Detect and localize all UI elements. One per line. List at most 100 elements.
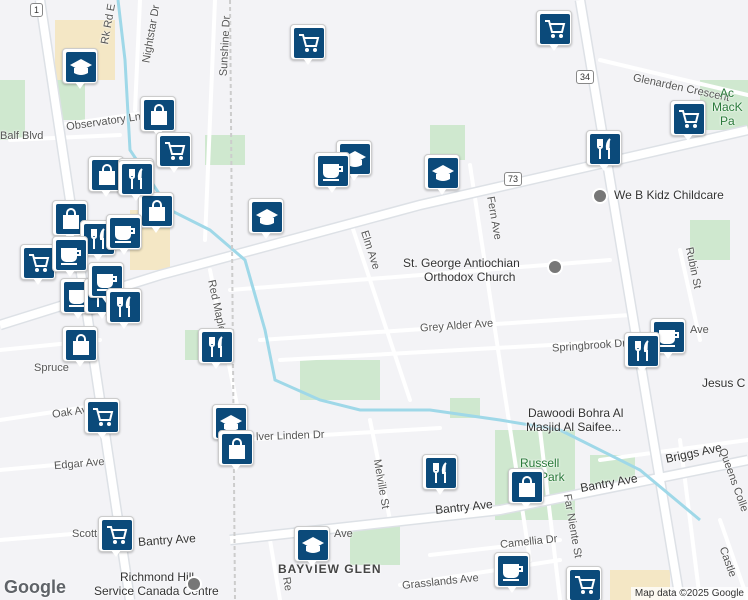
street-nightstar: [133, 0, 142, 112]
restaurant-icon: [110, 292, 140, 322]
restaurant-icon: [122, 164, 152, 194]
pin-tail: [261, 232, 271, 239]
place-label[interactable]: Masjid Al Saifee...: [526, 420, 621, 434]
bag-icon: [66, 330, 96, 360]
pin-frame: [566, 566, 602, 600]
place-label[interactable]: Ac: [720, 86, 734, 100]
place-label[interactable]: St. George Antiochian: [403, 256, 520, 270]
cart-icon: [88, 402, 118, 432]
coffee-icon: [56, 240, 86, 270]
bag-icon: [512, 472, 542, 502]
map-pin-cart[interactable]: [566, 566, 602, 600]
street-sunshine: [203, 0, 217, 242]
map-pin-cart[interactable]: [536, 10, 572, 52]
place-dot[interactable]: [186, 576, 202, 592]
map-pin-coffee[interactable]: [106, 214, 142, 256]
map-pin-restaurant[interactable]: [624, 332, 660, 374]
pin-frame: [314, 152, 350, 188]
cart-icon: [294, 28, 324, 58]
pin-frame: [294, 526, 330, 562]
pin-tail: [549, 44, 559, 51]
pin-frame: [98, 516, 134, 552]
pin-tail: [437, 188, 447, 195]
pin-tail: [349, 174, 359, 181]
map-pin-cart[interactable]: [156, 132, 192, 174]
place-label[interactable]: Jesus C: [702, 376, 745, 390]
place-label[interactable]: Dawoodi Bohra Al: [528, 406, 623, 420]
map-pin-cart[interactable]: [670, 100, 706, 142]
map-pin-restaurant[interactable]: [106, 288, 142, 330]
map-pin-restaurant[interactable]: [198, 328, 234, 370]
pin-tail: [169, 166, 179, 173]
restaurant-icon: [590, 134, 620, 164]
map-pin-school[interactable]: [248, 198, 284, 240]
route-shield: 73: [504, 172, 523, 186]
map-pin-bag[interactable]: [508, 468, 544, 510]
pin-tail: [111, 550, 121, 557]
bag-icon: [144, 100, 174, 130]
pin-frame: [62, 48, 98, 84]
pin-tail: [97, 432, 107, 439]
pin-frame: [84, 398, 120, 434]
map-pin-cart[interactable]: [20, 244, 56, 286]
map-pin-school[interactable]: [294, 526, 330, 568]
pin-tail: [73, 312, 83, 319]
pin-tail: [683, 134, 693, 141]
street-label: lver Linden Dr: [255, 428, 325, 444]
pin-tail: [637, 366, 647, 373]
pin-tail: [307, 560, 317, 567]
map-pin-coffee[interactable]: [494, 552, 530, 594]
bag-icon: [222, 434, 252, 464]
place-label[interactable]: MacK: [712, 100, 743, 114]
street-label: Ave: [690, 324, 709, 336]
map-pin-restaurant[interactable]: [118, 160, 154, 202]
street-label: Re: [279, 576, 295, 592]
pin-tail: [75, 82, 85, 89]
school-icon: [66, 52, 96, 82]
pin-frame: [106, 288, 142, 324]
railway: [229, 0, 236, 600]
pin-frame: [106, 214, 142, 250]
map-pin-restaurant[interactable]: [586, 130, 622, 172]
pin-tail: [435, 488, 445, 495]
map-pin-bag[interactable]: [62, 326, 98, 368]
route-shield: 34: [576, 70, 595, 84]
church-dot[interactable]: [547, 259, 563, 275]
pin-frame: [670, 100, 706, 136]
place-dot[interactable]: [592, 188, 608, 204]
pin-tail: [327, 186, 337, 193]
place-label[interactable]: Pa: [720, 114, 735, 128]
map-pin-cart[interactable]: [290, 24, 326, 66]
school-icon: [428, 158, 458, 188]
map-pin-coffee[interactable]: [52, 236, 88, 278]
place-label[interactable]: Orthodox Church: [424, 270, 515, 284]
map-pin-school[interactable]: [424, 154, 460, 196]
map-pin-coffee[interactable]: [314, 152, 350, 194]
pin-frame: [586, 130, 622, 166]
pin-frame: [156, 132, 192, 168]
pin-frame: [424, 154, 460, 190]
cart-icon: [102, 520, 132, 550]
pin-frame: [218, 430, 254, 466]
map-pin-cart[interactable]: [84, 398, 120, 440]
restaurant-icon: [426, 458, 456, 488]
pin-tail: [231, 464, 241, 471]
google-logo: Google: [4, 577, 66, 597]
map-pin-school[interactable]: [62, 48, 98, 90]
pin-frame: [290, 24, 326, 60]
map-pin-cart[interactable]: [98, 516, 134, 558]
pin-frame: [140, 96, 176, 132]
cart-icon: [160, 136, 190, 166]
pin-tail: [303, 58, 313, 65]
pin-tail: [599, 164, 609, 171]
map-attribution[interactable]: Map data ©2025 Google: [630, 587, 748, 600]
restaurant-icon: [628, 336, 658, 366]
pin-frame: [422, 454, 458, 490]
coffee-icon: [110, 218, 140, 248]
place-label[interactable]: Richmond Hill: [120, 570, 194, 584]
pin-frame: [248, 198, 284, 234]
map-canvas[interactable]: 1 34 73 Rk Rd E Nightstar Dr Sunshine Dr…: [0, 0, 748, 600]
map-pin-bag[interactable]: [218, 430, 254, 472]
map-pin-restaurant[interactable]: [422, 454, 458, 496]
place-label[interactable]: We B Kidz Childcare: [614, 188, 724, 202]
